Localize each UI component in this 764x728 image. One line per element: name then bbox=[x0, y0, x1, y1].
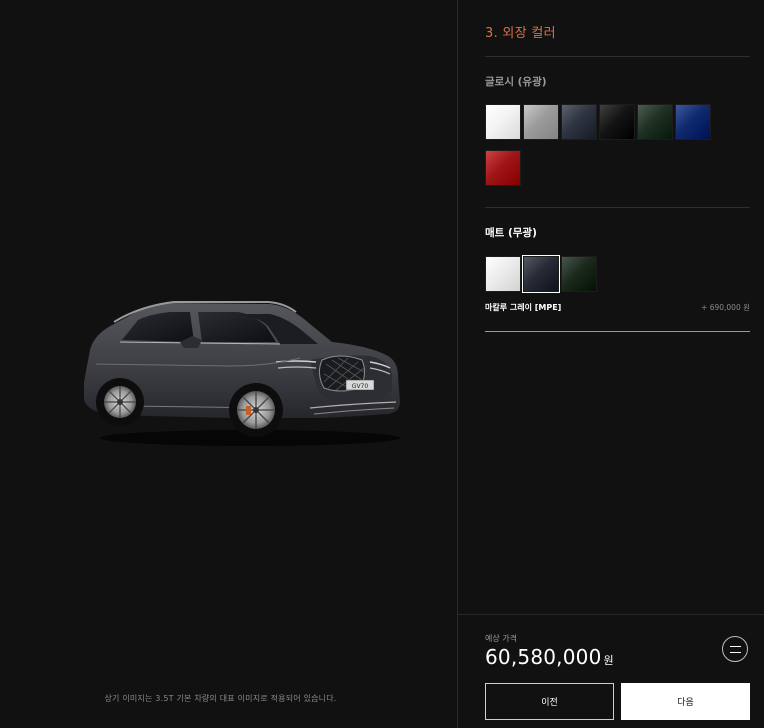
estimated-price: 60,580,000 원 bbox=[485, 645, 614, 669]
previous-button[interactable]: 이전 bbox=[485, 683, 614, 720]
divider bbox=[485, 207, 750, 208]
dark-green-swatch[interactable] bbox=[637, 104, 673, 140]
next-button-label: 다음 bbox=[677, 698, 694, 708]
red-swatch[interactable] bbox=[485, 150, 521, 186]
divider bbox=[485, 331, 750, 332]
car-exterior-image: GV70 bbox=[84, 301, 400, 446]
matte-green-swatch[interactable] bbox=[561, 256, 597, 292]
options-panel: 3. 외장 컬러 글로시 (유광) 매트 (무광) 마칼루 그레이 [MPE] … bbox=[458, 0, 764, 728]
glossy-section-label: 글로시 (유광) bbox=[485, 76, 547, 88]
price-summary-toggle-button[interactable] bbox=[722, 636, 748, 662]
selected-color-name: 마칼루 그레이 [MPE] bbox=[485, 303, 562, 312]
next-button[interactable]: 다음 bbox=[621, 683, 750, 720]
matte-white-swatch[interactable] bbox=[485, 256, 521, 292]
plate-badge: GV70 bbox=[352, 383, 369, 390]
matte-grey-swatch[interactable] bbox=[522, 255, 560, 293]
navy-blue-swatch[interactable] bbox=[675, 104, 711, 140]
step-title: 3. 외장 컬러 bbox=[485, 26, 556, 41]
estimated-price-label: 예상 가격 bbox=[485, 634, 517, 643]
price-unit: 원 bbox=[603, 654, 614, 667]
slate-grey-swatch[interactable] bbox=[561, 104, 597, 140]
divider bbox=[485, 56, 750, 57]
black-swatch[interactable] bbox=[599, 104, 635, 140]
matte-section-label: 매트 (무광) bbox=[485, 227, 537, 239]
selected-color-price: + 690,000 원 bbox=[701, 303, 750, 312]
car-preview-pane: GV70 상기 이미지는 3.5T 기본 차량의 대표 이미지로 적용되어 있습… bbox=[0, 0, 457, 728]
menu-icon bbox=[730, 646, 741, 647]
silver-swatch[interactable] bbox=[523, 104, 559, 140]
divider bbox=[458, 614, 764, 615]
image-disclaimer: 상기 이미지는 3.5T 기본 차량의 대표 이미지로 적용되어 있습니다. bbox=[104, 694, 337, 703]
white-swatch[interactable] bbox=[485, 104, 521, 140]
price-value: 60,580,000 bbox=[485, 645, 602, 669]
menu-icon bbox=[730, 652, 741, 653]
previous-button-label: 이전 bbox=[541, 698, 558, 708]
